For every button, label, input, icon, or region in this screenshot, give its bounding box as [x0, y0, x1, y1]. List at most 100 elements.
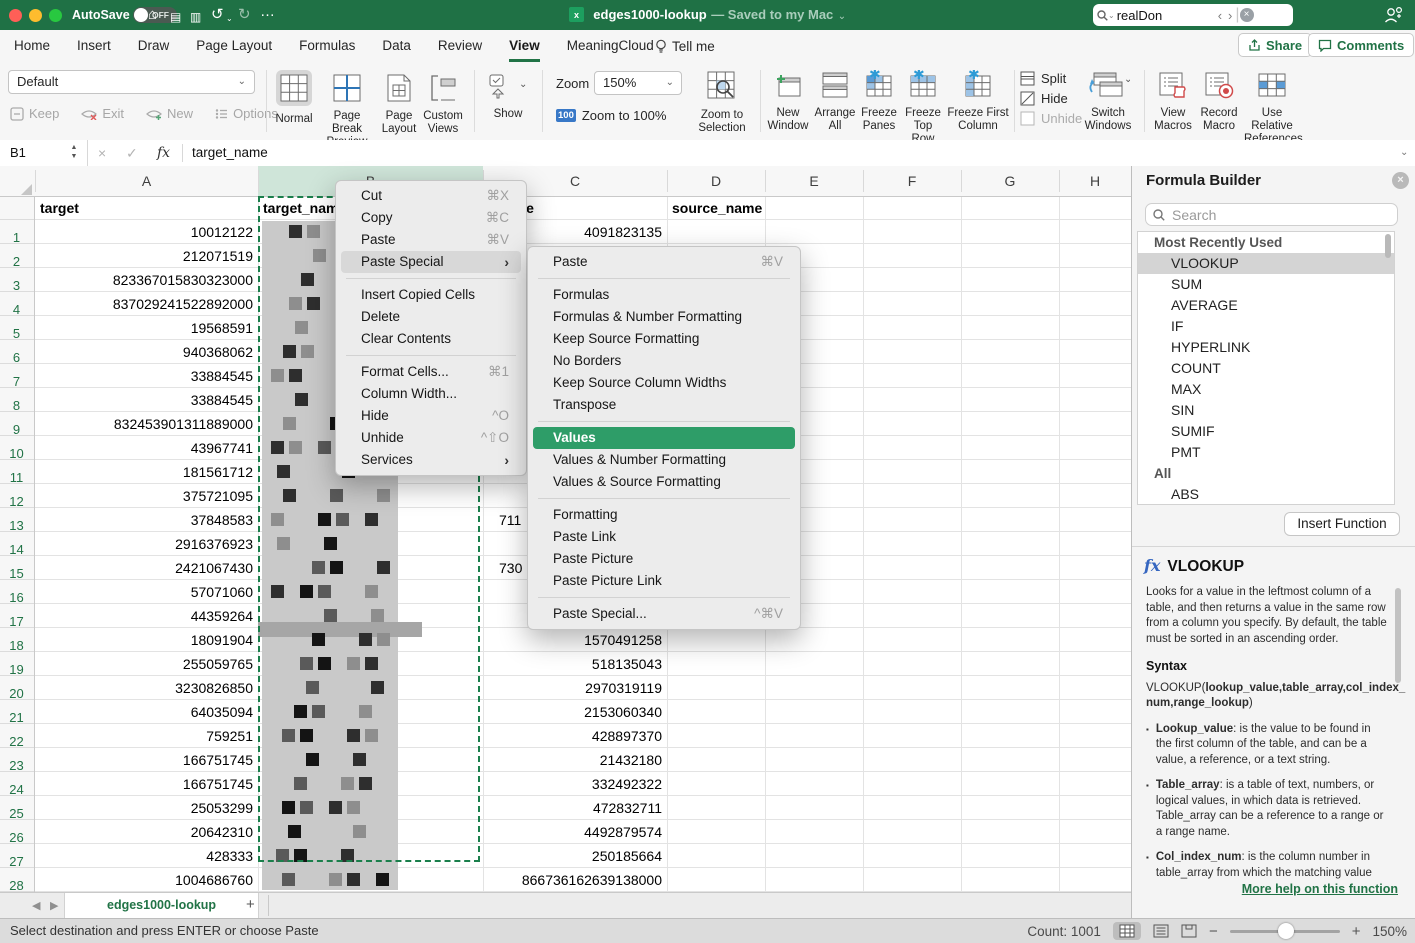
menu-item-keep-source-column-widths[interactable]: Keep Source Column Widths — [533, 372, 795, 394]
row-header-7[interactable]: 7 — [0, 370, 33, 394]
search-box[interactable]: ⌄ ‹ › | × — [1093, 4, 1293, 26]
menu-item-paste-link[interactable]: Paste Link — [533, 526, 795, 548]
cell-A21[interactable]: 3230826850 — [35, 676, 258, 700]
menu-item-keep-source-formatting[interactable]: Keep Source Formatting — [533, 328, 795, 350]
add-sheet-icon[interactable]: + — [246, 896, 255, 913]
cell-A29[interactable]: 1004686760 — [35, 868, 258, 892]
cell-C28[interactable]: 250185664 — [483, 844, 667, 868]
search-next-icon[interactable]: › — [1225, 8, 1235, 23]
insert-function-button[interactable]: Insert Function — [1284, 512, 1400, 536]
hide-button[interactable]: Hide — [1020, 91, 1082, 106]
row-header-25[interactable]: 25 — [0, 802, 33, 826]
ribbon-tab-data[interactable]: Data — [382, 30, 411, 59]
freeze-panes-button[interactable]: ✱ Freeze Panes — [858, 70, 900, 133]
cell-A17[interactable]: 57071060 — [35, 580, 258, 604]
custom-views-button[interactable]: Custom Views — [420, 73, 466, 136]
keep-button[interactable]: Keep — [10, 106, 59, 121]
cell-D1[interactable]: source_name — [667, 196, 765, 220]
row-header-23[interactable]: 23 — [0, 754, 33, 778]
menu-item-hide[interactable]: Hide^O — [341, 405, 521, 427]
row-header-14[interactable]: 14 — [0, 538, 33, 562]
switch-windows-button[interactable]: ⌄ Switch Windows — [1080, 70, 1136, 133]
row-header-26[interactable]: 26 — [0, 826, 33, 850]
search-input[interactable] — [1115, 7, 1215, 24]
title-chevron-icon[interactable]: ⌄ — [838, 11, 846, 22]
function-item-vlookup[interactable]: VLOOKUP — [1138, 253, 1394, 274]
next-sheet-icon[interactable]: ▶ — [50, 899, 58, 912]
sheet-tab[interactable]: edges1000-lookup — [64, 893, 259, 918]
options-button[interactable]: Options — [215, 106, 278, 121]
menu-item-paste-special[interactable]: Paste Special› — [341, 251, 521, 273]
cell-C24[interactable]: 21432180 — [483, 748, 667, 772]
cancel-entry-icon[interactable]: × — [98, 140, 106, 166]
name-box-stepper[interactable]: ▲▼ — [68, 143, 80, 161]
menu-item-paste-picture[interactable]: Paste Picture — [533, 548, 795, 570]
function-item-abs[interactable]: ABS — [1138, 484, 1394, 505]
insert-function-icon[interactable]: fx — [157, 140, 170, 166]
row-header-12[interactable]: 12 — [0, 490, 33, 514]
tell-me[interactable]: Tell me — [655, 30, 715, 62]
view-macros-button[interactable]: View Macros — [1150, 70, 1196, 133]
function-list[interactable]: Most Recently UsedVLOOKUPSUMAVERAGEIFHYP… — [1137, 231, 1395, 505]
function-item-sumif[interactable]: SUMIF — [1138, 421, 1394, 442]
page-break-preview-button[interactable]: Page Break Preview — [318, 73, 376, 149]
new-window-button[interactable]: New Window — [764, 70, 812, 133]
menu-item-paste-picture-link[interactable]: Paste Picture Link — [533, 570, 795, 592]
cell-A22[interactable]: 64035094 — [35, 700, 258, 724]
cell-A18[interactable]: 44359264 — [35, 604, 258, 628]
column-header-G[interactable]: G — [961, 166, 1059, 196]
row-header-3[interactable]: 3 — [0, 274, 33, 298]
zoom-in-icon[interactable]: + — [1352, 923, 1361, 940]
cell-A6[interactable]: 19568591 — [35, 316, 258, 340]
normal-view-status-button[interactable] — [1113, 922, 1141, 940]
row-header-20[interactable]: 20 — [0, 682, 33, 706]
cell-A13[interactable]: 375721095 — [35, 484, 258, 508]
function-search-input[interactable] — [1170, 206, 1354, 224]
function-item-sum[interactable]: SUM — [1138, 274, 1394, 295]
function-item-average[interactable]: AVERAGE — [1138, 295, 1394, 316]
zoom-slider[interactable] — [1230, 930, 1340, 933]
ribbon-tab-draw[interactable]: Draw — [138, 30, 170, 59]
cell-A26[interactable]: 25053299 — [35, 796, 258, 820]
cell-C27[interactable]: 4492879574 — [483, 820, 667, 844]
cell-C21[interactable]: 2970319119 — [483, 676, 667, 700]
share-people-icon[interactable] — [1384, 6, 1404, 24]
row-header-16[interactable]: 16 — [0, 586, 33, 610]
confirm-entry-icon[interactable]: ✓ — [126, 140, 138, 166]
column-header-D[interactable]: D — [667, 166, 765, 196]
row-header-9[interactable]: 9 — [0, 418, 33, 442]
function-search-box[interactable] — [1145, 203, 1398, 226]
ribbon-tab-insert[interactable]: Insert — [77, 30, 111, 59]
menu-item-values-number-formatting[interactable]: Values & Number Formatting — [533, 449, 795, 471]
row-header-21[interactable]: 21 — [0, 706, 33, 730]
function-item-count[interactable]: COUNT — [1138, 358, 1394, 379]
menu-item-delete[interactable]: Delete — [341, 306, 521, 328]
split-button[interactable]: Split — [1020, 71, 1082, 86]
select-all-corner[interactable] — [21, 184, 32, 195]
function-item-sin[interactable]: SIN — [1138, 400, 1394, 421]
cell-A12[interactable]: 181561712 — [35, 460, 258, 484]
menu-item-paste[interactable]: Paste⌘V — [533, 251, 795, 273]
function-item-if[interactable]: IF — [1138, 316, 1394, 337]
comments-button[interactable]: Comments — [1308, 33, 1414, 57]
show-button[interactable]: ⌄ Show — [482, 73, 534, 121]
zoom-to-selection-button[interactable]: Zoom to Selection — [692, 70, 752, 135]
menu-item-column-width[interactable]: Column Width... — [341, 383, 521, 405]
cell-A25[interactable]: 166751745 — [35, 772, 258, 796]
row-header-17[interactable]: 17 — [0, 610, 33, 634]
cell-A14[interactable]: 37848583 — [35, 508, 258, 532]
column-header-E[interactable]: E — [765, 166, 863, 196]
share-button[interactable]: Share — [1238, 33, 1312, 57]
cell-C29[interactable]: 866736162639138000 — [483, 868, 667, 892]
column-header-F[interactable]: F — [863, 166, 961, 196]
formula-bar-content[interactable]: target_name — [192, 140, 268, 166]
unhide-button[interactable]: Unhide — [1020, 111, 1082, 126]
menu-item-format-cells[interactable]: Format Cells...⌘1 — [341, 361, 521, 383]
name-box[interactable]: B1 ▲▼ — [0, 140, 88, 166]
cell-A24[interactable]: 166751745 — [35, 748, 258, 772]
cell-C25[interactable]: 332492322 — [483, 772, 667, 796]
cell-A16[interactable]: 2421067430 — [35, 556, 258, 580]
more-help-link[interactable]: More help on this function — [1132, 882, 1398, 896]
menu-item-values[interactable]: Values — [533, 427, 795, 449]
cell-A15[interactable]: 2916376923 — [35, 532, 258, 556]
